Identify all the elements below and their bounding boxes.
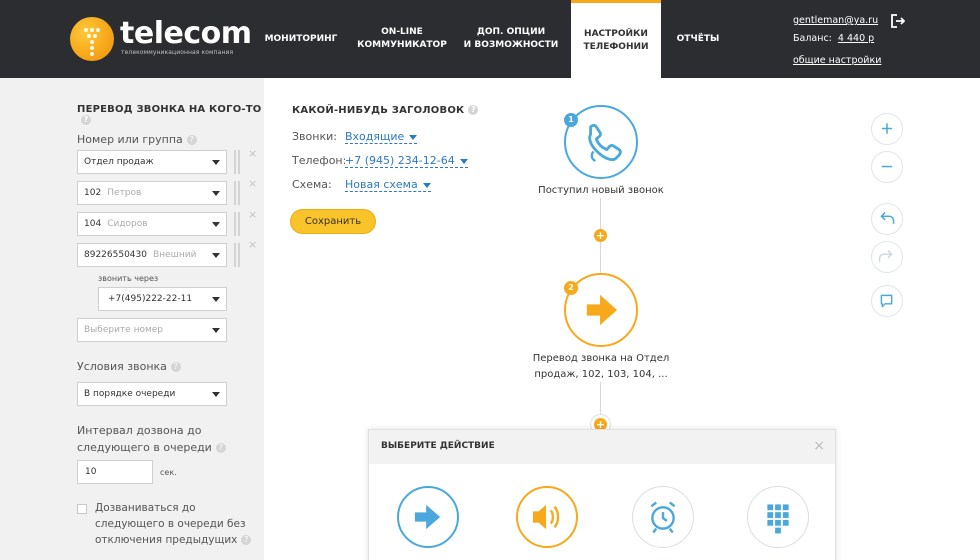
close-icon[interactable]: ×: [813, 438, 825, 454]
number-select-4[interactable]: 89226550430 Внешний: [77, 243, 227, 267]
chevron-down-icon: [422, 182, 431, 188]
chevron-down-icon: [212, 222, 220, 227]
node-caption: Перевод звонка на Отдел продаж, 102, 103…: [532, 353, 670, 380]
chevron-down-icon: [212, 328, 220, 333]
undo-button[interactable]: [871, 203, 903, 235]
panel-title: ПЕРЕВОД ЗВОНКА НА КОГО-ТО?: [77, 104, 262, 125]
chevron-down-icon: [212, 253, 220, 258]
scheme-label: Схема:: [292, 178, 332, 191]
dial-next-label: Дозваниваться до следующего в очереди бе…: [95, 500, 252, 548]
comment-icon: [880, 294, 893, 308]
popup-header: ВЫБЕРИТЕ ДЕЙСТВИЕ ×: [369, 430, 835, 464]
telecom-logo[interactable]: telecom телекоммуникационная компания: [70, 14, 252, 64]
interval-label: Интервал дозвона до следующего в очереди…: [77, 422, 226, 456]
nav-extra-options[interactable]: ДОП. ОПЦИИ И ВОЗМОЖНОСТИ: [460, 0, 562, 78]
calls-dropdown[interactable]: Входящие: [345, 130, 418, 144]
call-via-select[interactable]: +7(495)222-22-11: [98, 287, 227, 311]
chevron-down-icon: [409, 134, 418, 140]
scheme-dropdown[interactable]: Новая схема: [345, 178, 431, 192]
general-settings-link[interactable]: общие настройки: [793, 55, 881, 66]
action-schedule-button[interactable]: [632, 486, 694, 548]
popup-title: ВЫБЕРИТЕ ДЕЙСТВИЕ: [381, 441, 495, 451]
alarm-clock-icon: [650, 501, 676, 534]
number-select-3[interactable]: 104 Сидоров: [77, 212, 227, 236]
nav-monitoring[interactable]: МОНИТОРИНГ: [258, 0, 344, 78]
undo-icon: [880, 211, 895, 224]
save-button[interactable]: Сохранить: [290, 209, 376, 234]
calls-label: Звонки:: [292, 130, 337, 143]
plus-icon: [881, 123, 893, 134]
choose-action-popup: ВЫБЕРИТЕ ДЕЙСТВИЕ ×: [368, 429, 836, 560]
interval-unit: сек.: [160, 468, 177, 477]
logo-wordmark: telecom: [120, 16, 252, 51]
number-select-2[interactable]: 102 Петров: [77, 181, 227, 205]
logout-icon[interactable]: [891, 14, 905, 28]
remove-row-icon[interactable]: ×: [248, 148, 257, 159]
keypad-icon: [767, 504, 789, 534]
node-caption: Поступил новый звонок: [538, 185, 664, 196]
balance-label: Баланс:: [793, 33, 832, 44]
logo-tagline: телекоммуникационная компания: [121, 49, 234, 56]
settings-title: КАКОЙ-НИБУДЬ ЗАГОЛОВОК?: [292, 105, 479, 116]
chevron-down-icon: [212, 392, 220, 397]
nav-online-communicator[interactable]: ON-LINE КОММУНИКАТОР: [354, 0, 450, 78]
help-icon[interactable]: ?: [241, 535, 252, 545]
help-icon[interactable]: ?: [81, 115, 91, 125]
zoom-in-button[interactable]: [871, 113, 903, 145]
action-ivr-menu-button[interactable]: [747, 486, 809, 548]
dial-next-checkbox[interactable]: [77, 504, 87, 514]
drag-handle-icon[interactable]: [234, 212, 240, 236]
redo-button[interactable]: [871, 241, 903, 273]
add-step-button[interactable]: +: [594, 229, 607, 242]
help-icon[interactable]: ?: [215, 443, 226, 453]
chevron-down-icon: [212, 160, 220, 165]
step-badge: 1: [564, 113, 578, 127]
balance-value-link[interactable]: 4 440 р: [838, 33, 874, 44]
arrow-right-icon: [414, 504, 441, 530]
logo-mark-icon: [70, 17, 114, 61]
drag-handle-icon[interactable]: [234, 181, 240, 205]
drag-handle-icon[interactable]: [234, 243, 240, 267]
minus-icon: [881, 165, 893, 168]
number-group-label: Номер или группа?: [77, 133, 197, 146]
top-header: telecom телекоммуникационная компания МО…: [0, 0, 980, 78]
left-settings-panel: ПЕРЕВОД ЗВОНКА НА КОГО-ТО? Номер или гру…: [0, 78, 264, 560]
choose-number-select[interactable]: Выберите номер: [77, 318, 227, 342]
chevron-down-icon: [212, 191, 220, 196]
remove-row-icon[interactable]: ×: [248, 239, 257, 250]
action-transfer-button[interactable]: [397, 486, 459, 548]
nav-telephony-settings[interactable]: НАСТРОЙКИ ТЕЛЕФОНИИ: [571, 0, 661, 78]
conditions-label: Условия звонка?: [77, 360, 181, 373]
zoom-out-button[interactable]: [871, 151, 903, 183]
interval-input[interactable]: 10: [77, 460, 153, 484]
user-info: gentleman@ya.ru Баланс: 4 440 р общие на…: [793, 12, 881, 70]
comment-button[interactable]: [871, 285, 903, 317]
remove-row-icon[interactable]: ×: [248, 209, 257, 220]
phone-dropdown[interactable]: +7 (945) 234-12-64: [345, 154, 468, 168]
phone-label: Телефон:: [292, 154, 347, 167]
step-badge: 2: [564, 281, 578, 295]
nav-reports[interactable]: ОТЧЁТЫ: [668, 0, 728, 78]
help-icon[interactable]: ?: [170, 362, 181, 372]
speaker-icon: [532, 504, 560, 530]
help-icon[interactable]: ?: [186, 135, 197, 145]
chevron-down-icon: [459, 158, 468, 164]
call-via-label: звонить через: [98, 274, 159, 283]
drag-handle-icon[interactable]: [234, 150, 240, 174]
user-email-link[interactable]: gentleman@ya.ru: [793, 15, 878, 26]
number-select-1[interactable]: Отдел продаж: [77, 150, 227, 174]
action-play-sound-button[interactable]: [516, 486, 578, 548]
remove-row-icon[interactable]: ×: [248, 178, 257, 189]
redo-icon: [878, 249, 893, 262]
help-icon[interactable]: ?: [468, 105, 479, 115]
conditions-select[interactable]: В порядке очереди: [77, 382, 227, 406]
chevron-down-icon: [212, 297, 220, 302]
